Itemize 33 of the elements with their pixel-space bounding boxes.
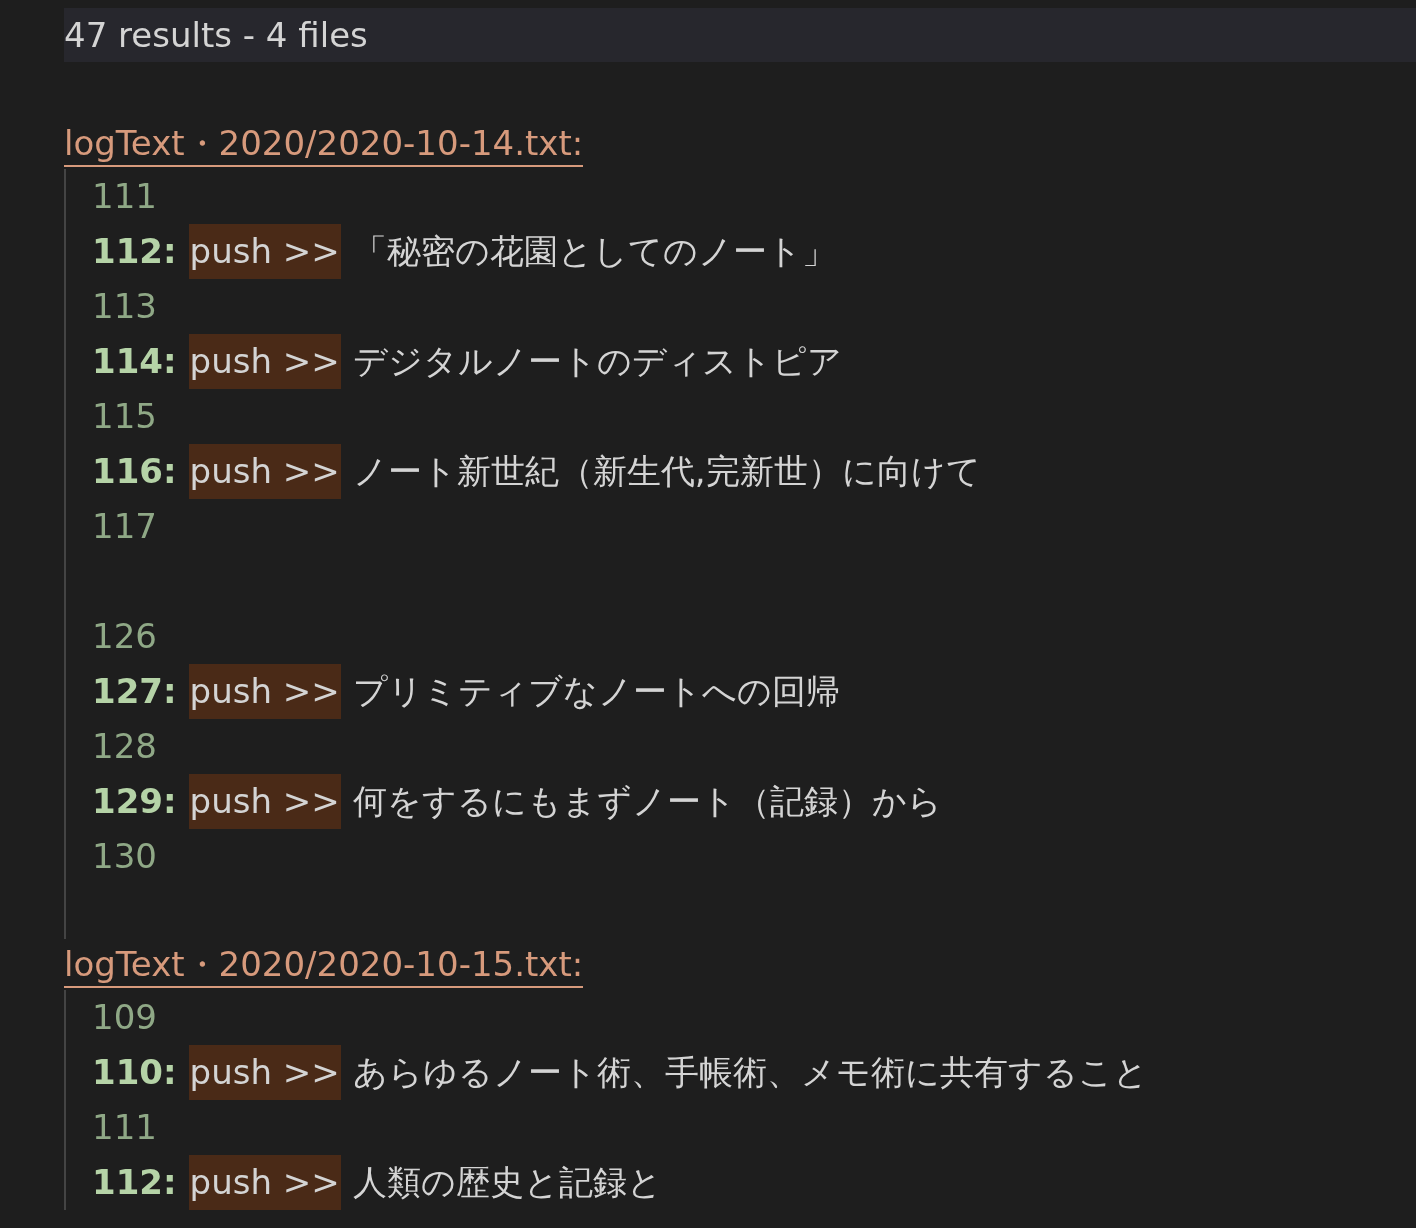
match-highlight[interactable]: push >> bbox=[188, 1155, 341, 1210]
match-highlight[interactable]: push >> bbox=[188, 774, 341, 829]
line-text: あらゆるノート術、手帳術、メモ術に共有すること bbox=[352, 1051, 1148, 1094]
line-number: 128 bbox=[92, 725, 157, 768]
line-number: 116: bbox=[92, 450, 177, 493]
match-highlight[interactable]: push >> bbox=[188, 334, 341, 389]
line-text: プリミティブなノートへの回帰 bbox=[352, 670, 840, 713]
line-number: 130 bbox=[92, 835, 157, 878]
line-number: 126 bbox=[92, 615, 157, 658]
match-highlight[interactable]: push >> bbox=[188, 664, 341, 719]
line-number: 110: bbox=[92, 1051, 177, 1094]
line-number: 115 bbox=[92, 395, 157, 438]
line-number: 109 bbox=[92, 996, 157, 1039]
match-highlight[interactable]: push >> bbox=[188, 224, 341, 279]
line-number: 117 bbox=[92, 505, 157, 548]
line-text: デジタルノートのディストピア bbox=[352, 340, 842, 383]
file-header-link[interactable]: logText・2020/2020-10-15.txt: bbox=[64, 942, 584, 988]
match-highlight[interactable]: push >> bbox=[188, 1045, 341, 1100]
line-text: ノート新世紀（新生代,完新世）に向けて bbox=[352, 450, 981, 493]
match-highlight[interactable]: push >> bbox=[188, 444, 341, 499]
line-number: 113 bbox=[92, 285, 157, 328]
line-text: 「秘密の花園としてのノート」 bbox=[352, 230, 836, 273]
line-text: 人類の歴史と記録と bbox=[352, 1161, 662, 1204]
line-number: 127: bbox=[92, 670, 177, 713]
results-summary: 47 results - 4 files bbox=[64, 8, 1416, 62]
line-number: 111 bbox=[92, 1106, 157, 1149]
line-number: 112: bbox=[92, 230, 177, 273]
line-number: 114: bbox=[92, 340, 177, 383]
line-text: 何をするにもまずノート（記録）から bbox=[352, 780, 942, 823]
line-number: 112: bbox=[92, 1161, 177, 1204]
file-header-link[interactable]: logText・2020/2020-10-14.txt: bbox=[64, 121, 584, 167]
line-number: 111 bbox=[92, 175, 157, 218]
line-number: 129: bbox=[92, 780, 177, 823]
